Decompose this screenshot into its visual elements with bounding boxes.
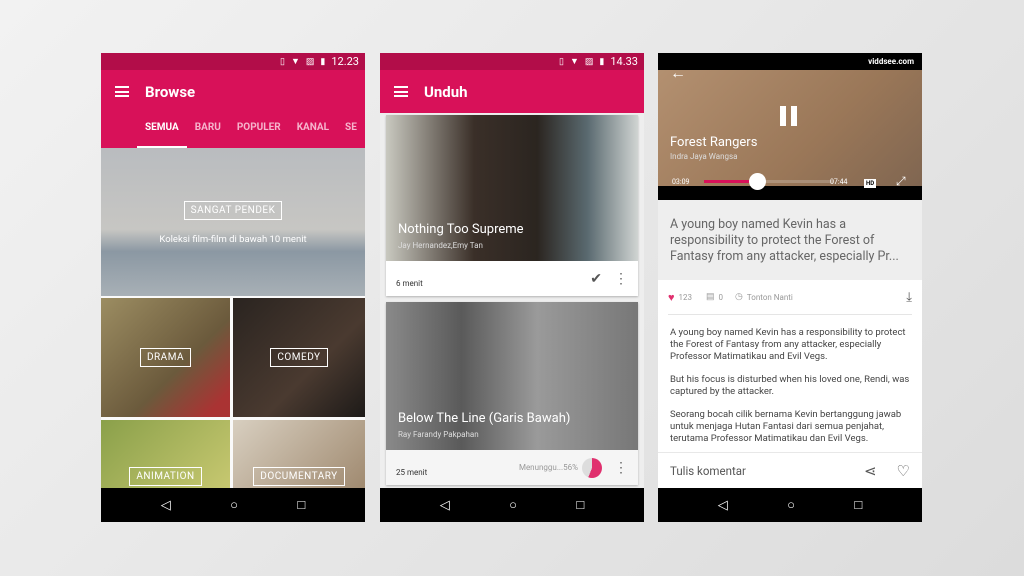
category-comedy[interactable]: COMEDY bbox=[233, 298, 365, 417]
video-thumbnail[interactable]: Nothing Too Supreme Jay Hernandez,Emy Ta… bbox=[386, 115, 638, 261]
category-label: DRAMA bbox=[139, 348, 192, 367]
tab-semua[interactable]: SEMUA bbox=[137, 113, 187, 148]
clock: 12.23 bbox=[331, 55, 359, 68]
back-icon[interactable]: ◁ bbox=[440, 498, 450, 513]
description-paragraph: Seorang bocah cilik bernama Kevin bertan… bbox=[670, 409, 902, 444]
watch-later-button[interactable]: Tonton Nanti bbox=[747, 293, 793, 302]
video-authors: Jay Hernandez,Emy Tan bbox=[398, 241, 483, 250]
wifi-icon: ▼ bbox=[569, 57, 579, 67]
page-title: Browse bbox=[145, 82, 196, 101]
tab-populer[interactable]: POPULER bbox=[229, 113, 289, 148]
tab-kanal[interactable]: KANAL bbox=[289, 113, 337, 148]
clock-icon: ◷ bbox=[735, 292, 743, 302]
vibrate-icon: ▯ bbox=[559, 56, 564, 67]
share-icon[interactable]: ⋖ bbox=[864, 462, 877, 480]
video-summary: A young boy named Kevin has a responsibi… bbox=[658, 200, 922, 280]
category-documentary[interactable]: DOCUMENTARY bbox=[233, 420, 365, 488]
nav-bar: ◁ ○ □ bbox=[658, 488, 922, 522]
nav-bar: ◁ ○ □ bbox=[101, 488, 365, 522]
downloads-screen: ▯ ▼ ▨ ▮ 14.33 Unduh Nothing Too Supreme Jay… bbox=[380, 53, 644, 522]
category-label: COMEDY bbox=[270, 348, 328, 367]
page-title: Unduh bbox=[424, 82, 468, 101]
description-paragraph: A young boy named Kevin has a responsibi… bbox=[670, 327, 906, 362]
menu-icon[interactable] bbox=[115, 86, 129, 97]
comment-count: 0 bbox=[718, 292, 724, 302]
elapsed-time: 03:09 bbox=[672, 178, 690, 186]
comment-input[interactable]: Tulis komentar bbox=[670, 464, 746, 478]
hero-label: SANGAT PENDEK bbox=[183, 201, 283, 220]
hd-toggle[interactable]: HD bbox=[864, 179, 877, 188]
video-title: Forest Rangers bbox=[670, 135, 758, 150]
recents-icon[interactable]: □ bbox=[854, 497, 862, 513]
more-options-icon[interactable]: ⋮ bbox=[614, 461, 628, 475]
browse-screen: ▯ ▼ ▨ ▮ 12.23 Browse SEMUA BARU POPULER KAN… bbox=[101, 53, 365, 522]
more-options-icon[interactable]: ⋮ bbox=[614, 272, 628, 286]
home-icon[interactable]: ○ bbox=[509, 497, 517, 513]
hero-banner[interactable]: SANGAT PENDEK Koleksi film-film di bawah… bbox=[101, 148, 365, 296]
duration: 6 menit bbox=[396, 279, 423, 288]
download-item[interactable]: Below The Line (Garis Bawah) Ray Farandy… bbox=[386, 302, 638, 485]
recents-icon[interactable]: □ bbox=[297, 497, 305, 513]
wifi-icon: ▼ bbox=[290, 57, 300, 67]
category-label: ANIMATION bbox=[129, 467, 202, 486]
clock: 14.33 bbox=[610, 55, 638, 68]
viddsee-logo: viddsee.com bbox=[868, 57, 914, 66]
comment-bar: Tulis komentar ⋖ ♡ bbox=[658, 452, 922, 488]
back-icon[interactable]: ◁ bbox=[161, 498, 171, 513]
battery-icon: ▮ bbox=[599, 56, 605, 67]
nav-bar: ◁ ○ □ bbox=[380, 488, 644, 522]
video-thumbnail[interactable]: Below The Line (Garis Bawah) Ray Farandy… bbox=[386, 302, 638, 450]
category-animation[interactable]: ANIMATION bbox=[101, 420, 230, 488]
description-paragraph: But his focus is disturbed when his love… bbox=[670, 374, 910, 397]
category-label: DOCUMENTARY bbox=[253, 467, 345, 486]
player-screen: viddsee.com ← Forest Rangers Indra Jaya … bbox=[658, 53, 922, 522]
recents-icon[interactable]: □ bbox=[576, 497, 584, 513]
duration: 25 menit bbox=[396, 468, 428, 477]
video-title: Below The Line (Garis Bawah) bbox=[398, 411, 571, 426]
download-item[interactable]: Nothing Too Supreme Jay Hernandez,Emy Ta… bbox=[386, 115, 638, 296]
hero-subtitle: Koleksi film-film di bawah 10 menit bbox=[159, 234, 307, 245]
back-icon[interactable]: ◁ bbox=[718, 498, 728, 513]
battery-icon: ▮ bbox=[320, 56, 326, 67]
video-player[interactable]: viddsee.com ← Forest Rangers Indra Jaya … bbox=[658, 53, 922, 200]
total-time: 07:44 bbox=[830, 178, 848, 186]
video-title: Nothing Too Supreme bbox=[398, 222, 524, 237]
downloaded-check-icon: ✔ bbox=[590, 270, 602, 287]
video-authors: Ray Farandy Pakpahan bbox=[398, 430, 479, 439]
tab-bar: SEMUA BARU POPULER KANAL SE bbox=[101, 113, 365, 148]
category-drama[interactable]: DRAMA bbox=[101, 298, 230, 417]
no-sim-icon: ▨ bbox=[305, 56, 315, 67]
comment-icon[interactable]: ▤ bbox=[706, 292, 715, 302]
fullscreen-icon[interactable]: ⤢ bbox=[896, 174, 906, 189]
seek-bar[interactable] bbox=[704, 173, 834, 190]
home-icon[interactable]: ○ bbox=[230, 497, 238, 513]
status-bar: ▯ ▼ ▨ ▮ 14.33 bbox=[380, 53, 644, 70]
menu-icon[interactable] bbox=[394, 86, 408, 97]
no-sim-icon: ▨ bbox=[584, 56, 594, 67]
heart-icon[interactable]: ♥ bbox=[668, 291, 675, 304]
like-count: 123 bbox=[678, 292, 693, 302]
video-description: A young boy named Kevin has a responsibi… bbox=[658, 315, 922, 468]
pause-icon[interactable] bbox=[780, 106, 797, 126]
back-arrow-icon[interactable]: ← bbox=[670, 63, 686, 83]
tab-more[interactable]: SE bbox=[337, 113, 365, 148]
home-icon[interactable]: ○ bbox=[787, 497, 795, 513]
vibrate-icon: ▯ bbox=[280, 56, 285, 67]
download-icon[interactable]: ⤓ bbox=[906, 290, 912, 305]
video-author: Indra Jaya Wangsa bbox=[670, 152, 738, 161]
tab-baru[interactable]: BARU bbox=[187, 113, 229, 148]
download-status: Menunggu...56% bbox=[518, 463, 578, 472]
status-bar: ▯ ▼ ▨ ▮ 12.23 bbox=[101, 53, 365, 70]
action-row: ♥ 123 ▤ 0 ◷ Tonton Nanti ⤓ bbox=[668, 280, 912, 315]
download-progress-icon bbox=[582, 457, 602, 478]
favorite-icon[interactable]: ♡ bbox=[897, 462, 910, 480]
